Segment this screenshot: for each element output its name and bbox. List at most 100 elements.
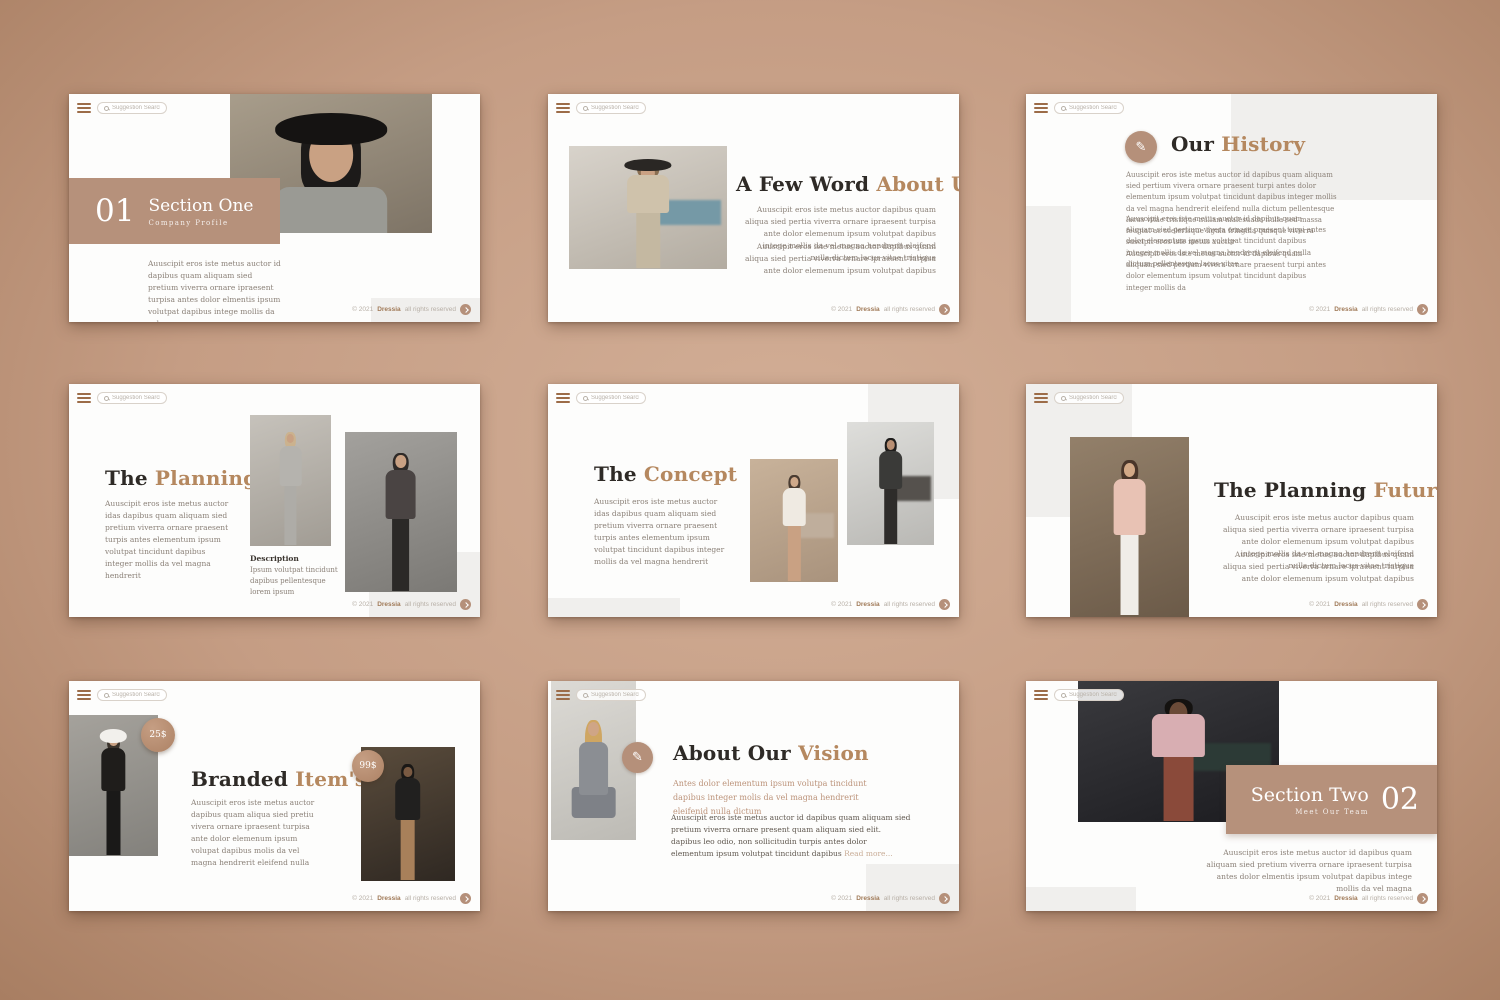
brand-name: Dressia bbox=[377, 895, 401, 902]
slide-topbar: Suggestion Search... bbox=[1034, 390, 1429, 406]
section-banner: 01 Section One Company Profile bbox=[69, 178, 280, 244]
hamburger-icon[interactable] bbox=[1034, 103, 1048, 113]
rights-text: all rights reserved bbox=[405, 895, 456, 902]
body-paragraph-2: Auuscipit eros iste metus auctor dapibus… bbox=[744, 241, 936, 277]
arrow-circle-icon[interactable] bbox=[460, 304, 471, 315]
slide-about-us[interactable]: Suggestion Search... A Few Word About Us… bbox=[548, 94, 959, 322]
brand-name: Dressia bbox=[1334, 895, 1358, 902]
hamburger-icon[interactable] bbox=[77, 690, 91, 700]
search-placeholder: Suggestion Search... bbox=[112, 692, 160, 698]
body-text: Auuscipit eros iste metus auctor idas da… bbox=[105, 498, 235, 582]
rights-text: all rights reserved bbox=[405, 601, 456, 608]
slide-title: About Our Vision bbox=[673, 741, 869, 765]
copyright-text: © 2021 bbox=[1309, 601, 1330, 608]
decor-gray-box bbox=[1026, 887, 1136, 911]
arrow-circle-icon[interactable] bbox=[1417, 304, 1428, 315]
model-figure bbox=[1120, 698, 1237, 822]
body-paragraph-2: Auuscipit eros iste metus auctor dapibus… bbox=[1222, 549, 1414, 585]
search-input[interactable]: Suggestion Search... bbox=[576, 689, 646, 701]
copyright-text: © 2021 bbox=[352, 895, 373, 902]
hamburger-icon[interactable] bbox=[1034, 393, 1048, 403]
section-number: 02 bbox=[1381, 782, 1419, 817]
hamburger-icon[interactable] bbox=[556, 690, 570, 700]
slide-about-vision[interactable]: Suggestion Search... ✎ About Our Vision … bbox=[548, 681, 959, 911]
slide-title: The Planning bbox=[105, 466, 257, 490]
body-text: Auuscipit eros iste metus auctor id dapi… bbox=[1206, 847, 1412, 895]
section-title: Section One bbox=[148, 196, 253, 216]
hamburger-icon[interactable] bbox=[556, 103, 570, 113]
search-icon bbox=[583, 693, 588, 698]
hamburger-icon[interactable] bbox=[1034, 690, 1048, 700]
slide-section-two[interactable]: Suggestion Search... Section Two Meet Ou… bbox=[1026, 681, 1437, 911]
brand-name: Dressia bbox=[856, 306, 880, 313]
slide-our-history[interactable]: Suggestion Search... ✎ Our History Auusc… bbox=[1026, 94, 1437, 322]
search-input[interactable]: Suggestion Search... bbox=[1054, 392, 1124, 404]
slide-planning-future[interactable]: Suggestion Search... The Planning Future… bbox=[1026, 384, 1437, 617]
search-icon bbox=[1061, 106, 1066, 111]
search-placeholder: Suggestion Search... bbox=[1069, 692, 1117, 698]
copyright-text: © 2021 bbox=[1309, 306, 1330, 313]
search-input[interactable]: Suggestion Search... bbox=[97, 689, 167, 701]
brand-name: Dressia bbox=[856, 895, 880, 902]
slide-the-concept[interactable]: Suggestion Search... The Concept Auuscip… bbox=[548, 384, 959, 617]
model-figure bbox=[369, 451, 434, 592]
rights-text: all rights reserved bbox=[884, 306, 935, 313]
slide-topbar: Suggestion Search... bbox=[556, 100, 951, 116]
search-placeholder: Suggestion Search... bbox=[1069, 395, 1117, 401]
search-input[interactable]: Suggestion Search... bbox=[97, 392, 167, 404]
rights-text: all rights reserved bbox=[1362, 895, 1413, 902]
photo-model-white-jeans bbox=[1070, 437, 1189, 617]
model-figure bbox=[768, 474, 819, 582]
search-input[interactable]: Suggestion Search... bbox=[576, 392, 646, 404]
section-subtitle: Meet Our Team bbox=[1251, 808, 1369, 816]
arrow-circle-icon[interactable] bbox=[1417, 599, 1428, 610]
slide-section-one[interactable]: Suggestion Search... 01 Section One Comp… bbox=[69, 94, 480, 322]
search-icon bbox=[104, 106, 109, 111]
arrow-circle-icon[interactable] bbox=[939, 599, 950, 610]
read-more-link[interactable]: Read more... bbox=[844, 849, 893, 858]
rights-text: all rights reserved bbox=[405, 306, 456, 313]
photo-model-vanity bbox=[750, 459, 838, 582]
hamburger-icon[interactable] bbox=[77, 103, 91, 113]
model-figure bbox=[272, 111, 389, 233]
arrow-circle-icon[interactable] bbox=[1417, 893, 1428, 904]
slide-topbar: Suggestion Search... bbox=[77, 100, 472, 116]
arrow-circle-icon[interactable] bbox=[460, 599, 471, 610]
slide-the-planning[interactable]: Suggestion Search... The Planning Auusci… bbox=[69, 384, 480, 617]
search-input[interactable]: Suggestion Search... bbox=[576, 102, 646, 114]
pen-nib-icon: ✎ bbox=[1125, 131, 1157, 163]
slide-footer: © 2021Dressiaall rights reserved bbox=[352, 304, 471, 315]
rights-text: all rights reserved bbox=[884, 895, 935, 902]
arrow-circle-icon[interactable] bbox=[939, 893, 950, 904]
slide-topbar: Suggestion Search... bbox=[556, 390, 951, 406]
body-paragraph-3: Auuscipit eros iste metus auctor id dapi… bbox=[1126, 249, 1326, 294]
search-icon bbox=[1061, 396, 1066, 401]
brand-name: Dressia bbox=[377, 601, 401, 608]
model-figure bbox=[1095, 459, 1164, 617]
slide-branded-items[interactable]: Suggestion Search... 25$ Branded Item's … bbox=[69, 681, 480, 911]
body-text: Auuscipit eros iste metus auctor dapibus… bbox=[191, 797, 321, 869]
hamburger-icon[interactable] bbox=[77, 393, 91, 403]
model-figure bbox=[602, 161, 694, 269]
search-icon bbox=[1061, 693, 1066, 698]
description-title: Description bbox=[250, 554, 299, 563]
slide-footer: © 2021 Dressia all rights reserved bbox=[352, 893, 471, 904]
decor-gray-box bbox=[1026, 206, 1071, 322]
brand-name: Dressia bbox=[1334, 601, 1358, 608]
price-badge: 99$ bbox=[352, 750, 384, 782]
arrow-circle-icon[interactable] bbox=[939, 304, 950, 315]
search-input[interactable]: Suggestion Search... bbox=[1054, 102, 1124, 114]
rights-text: all rights reserved bbox=[1362, 601, 1413, 608]
model-figure bbox=[267, 431, 314, 546]
hamburger-icon[interactable] bbox=[556, 393, 570, 403]
search-placeholder: Suggestion Search... bbox=[591, 692, 639, 698]
search-placeholder: Suggestion Search... bbox=[591, 105, 639, 111]
search-input[interactable]: Suggestion Search... bbox=[97, 102, 167, 114]
slide-footer: © 2021Dressiaall rights reserved bbox=[831, 599, 950, 610]
search-icon bbox=[583, 106, 588, 111]
search-input[interactable]: Suggestion Search... bbox=[1054, 689, 1124, 701]
slide-topbar: Suggestion Search... bbox=[1034, 687, 1429, 703]
slide-title: The Concept bbox=[594, 462, 737, 486]
slide-topbar: Suggestion Search... bbox=[1034, 100, 1429, 116]
arrow-circle-icon[interactable] bbox=[460, 893, 471, 904]
